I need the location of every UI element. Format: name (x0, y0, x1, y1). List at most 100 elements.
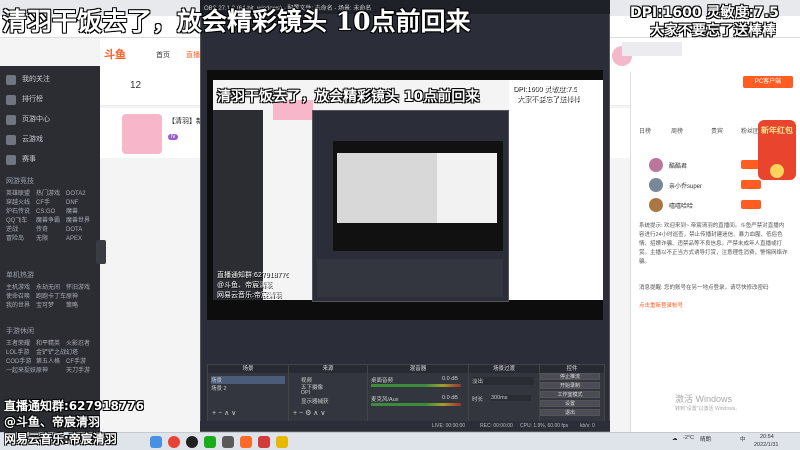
volume-meter (371, 384, 461, 387)
rank-icon (6, 95, 16, 105)
trophy-icon (6, 155, 16, 165)
mixer-channel-level: 0.0 dB (442, 395, 458, 401)
nested-douyu-id: @斗鱼、帝宸清羽 (217, 282, 274, 289)
obs-icon[interactable] (186, 436, 198, 448)
source-item[interactable]: 显示器捕获 (301, 397, 329, 405)
nested-music: 网易云音乐:帝宸清羽 (217, 292, 282, 299)
scenes-dock: 场景 场景 场景 2 + − ∧ ∨ (207, 364, 289, 422)
rank-row[interactable]: 嘻嘻哈哈 (639, 196, 789, 216)
mixer-channel-level: 0.0 dB (442, 376, 458, 382)
sidebar-section-single: 单机热游 (6, 272, 34, 279)
sidebar-section-hand: 手游休闲 (6, 328, 34, 335)
mixer-dock: 混音器 桌面音频 0.0 dB 麦克风/Aux 0.0 dB (367, 364, 469, 422)
edge-icon[interactable] (150, 436, 162, 448)
tab-weekly[interactable]: 周榜 (671, 126, 683, 135)
douyu-logo[interactable]: 斗鱼 (104, 46, 134, 62)
gift-badge (741, 180, 761, 189)
sidebar-item-rank[interactable]: 排行榜 (0, 90, 100, 110)
game-icon[interactable] (222, 436, 234, 448)
exit-button[interactable]: 退出 (540, 409, 600, 416)
login-notice: 消息提醒: 您的账号在另一地点登录，请尽快修改密码 (639, 285, 769, 291)
douyu-icon[interactable] (240, 436, 252, 448)
sources-dock: 来源 视频 五下摄像 DPI 显示器捕获 + − ⚙ ∧ ∨ (288, 364, 368, 422)
dpi-overlay: DPI:1600 灵敏度:7.5 (630, 5, 779, 21)
mixer-channel-label: 桌面音频 (371, 378, 394, 384)
clock-time[interactable]: 20:54 (760, 434, 774, 440)
nav-home[interactable]: 首页 (156, 50, 170, 60)
gift-badge (741, 200, 761, 209)
sidebar-item-cloudgame[interactable]: 云游戏 (0, 130, 100, 150)
obs-status-bar: LIVE: 00:00:00 REC: 00:00:00 CPU: 1.9%, … (200, 421, 610, 431)
streamer-avatar[interactable] (122, 114, 162, 154)
netease-music-icon[interactable] (258, 436, 270, 448)
transitions-dock: 场景过渡 淡出 时长 300ms (468, 364, 540, 422)
wechat-icon[interactable] (204, 436, 216, 448)
chrome-icon[interactable] (168, 436, 180, 448)
stop-streaming-button[interactable]: 停止推流 (540, 373, 600, 380)
fan-group-overlay: 直播通知群:627918776 (4, 399, 144, 413)
header-icons (622, 42, 682, 56)
weather-text: 晴朗 (700, 437, 712, 443)
scene-item[interactable]: 场景 (211, 376, 285, 384)
relogin-link[interactable]: 点击重新登录帐号 (639, 302, 789, 311)
windows-taskbar: ☁ -2°C 晴朗 中 20:54 2022/1/31 (0, 432, 800, 450)
nested-obs-preview (333, 141, 503, 251)
cloud-icon (6, 135, 16, 145)
activate-windows-title: 激活 Windows (675, 394, 733, 404)
sidebar-item-esports[interactable]: 赛事 (0, 150, 100, 170)
source-item[interactable]: DPI (301, 390, 310, 396)
transition-select[interactable]: 淡出 (472, 377, 534, 385)
nested-headline: 清羽干饭去了，放会精彩镜头 10点前回来 (217, 89, 480, 105)
avatar (649, 198, 663, 212)
nested-capture-right (437, 153, 497, 223)
new-year-redpacket[interactable]: 新年红包 (758, 120, 796, 180)
settings-button[interactable]: 设置 (540, 400, 600, 407)
sidebar-item-webgame[interactable]: 页游中心 (0, 110, 100, 130)
reminder-overlay: 大家不要忘了送棒棒 (650, 23, 776, 39)
scene-item[interactable]: 场景 2 (211, 384, 227, 392)
level-badge: lv (168, 134, 179, 140)
music-overlay: 网易云音乐:帝宸清羽 (4, 432, 117, 446)
tab-daily[interactable]: 日榜 (639, 126, 651, 135)
volume-meter (371, 403, 461, 406)
duration-input[interactable]: 300ms (491, 395, 531, 401)
mixer-channel-label: 麦克风/Aux (371, 397, 399, 403)
gamepad-icon (6, 115, 16, 125)
hot-games-grid: 英雄联盟 热门游戏 DOTA2 穿越火线 CF手 DNF 炉石传说 CS:GO 魔兽 QQ飞… (6, 191, 91, 242)
single-games-grid: 主机游戏 永劫无间 怀旧游戏 使命召唤 跑跑卡丁车原神 我的世界 宝可梦 策略 (6, 285, 91, 309)
nested-fan-group: 直播通知群:627918776 (217, 272, 289, 279)
clock-date[interactable]: 2022/1/31 (754, 442, 778, 448)
start-recording-button[interactable]: 开始录制 (540, 382, 600, 389)
avatar (649, 178, 663, 192)
coin-icon (770, 164, 784, 178)
hand-games-grid: 王者荣耀 和平精英 火影忍者 LOL手游 金铲铲之战幻塔 COD手游 第五人格 CF手游 … (6, 341, 91, 374)
add-source-button[interactable]: + − ⚙ ∧ ∨ (293, 409, 325, 417)
activate-windows-hint: 转到"设置"以激活 Windows。 (675, 406, 741, 412)
nested-right-panel (509, 80, 603, 300)
obs-preview[interactable]: 清羽干饭去了，放会精彩镜头 10点前回来 DPI:1600 灵敏度:7.5 大家… (207, 70, 603, 320)
weather-temp: -2°C (683, 435, 695, 441)
sidebar-collapse-button[interactable] (96, 240, 106, 264)
headline-overlay: 清羽干饭去了，放会精彩镜头 10点前回来 (2, 7, 471, 36)
studio-mode-button[interactable]: 工作室模式 (540, 391, 600, 398)
sidebar-section-hot: 网游竞技 (6, 178, 34, 185)
pc-client-button[interactable]: PC客户端 (743, 76, 793, 88)
folder-icon[interactable] (276, 436, 288, 448)
nav-live[interactable]: 直播 (186, 50, 200, 60)
tab-vip[interactable]: 贵宾 (711, 126, 723, 135)
weather-icon: ☁ (672, 436, 678, 442)
duration-label: 时长 (472, 397, 484, 403)
add-scene-button[interactable]: + − ∧ ∨ (212, 409, 236, 417)
nested-docks (317, 259, 503, 297)
douyu-id-overlay: @斗鱼、帝宸清羽 (4, 415, 101, 429)
system-notice: 系统提示: 欢迎来到~ 帝宸清羽的直播间。斗鱼严禁对直播内容进行24小时巡查，禁… (639, 223, 788, 265)
input-method[interactable]: 中 (740, 435, 746, 443)
nested-capture (337, 153, 437, 223)
tab-fans[interactable]: 粉丝团 (741, 126, 759, 135)
sidebar-item-follow[interactable]: 我的关注 (0, 70, 100, 90)
nested-dpi: DPI:1600 灵敏度:7.5 (513, 86, 577, 93)
nested-obs (312, 110, 509, 302)
avatar (649, 158, 663, 172)
heart-icon (6, 75, 16, 85)
left-sidebar: 我的关注 排行榜 页游中心 云游戏 赛事 网游竞技 英雄联盟 热门游戏 DOTA2 … (0, 66, 100, 432)
